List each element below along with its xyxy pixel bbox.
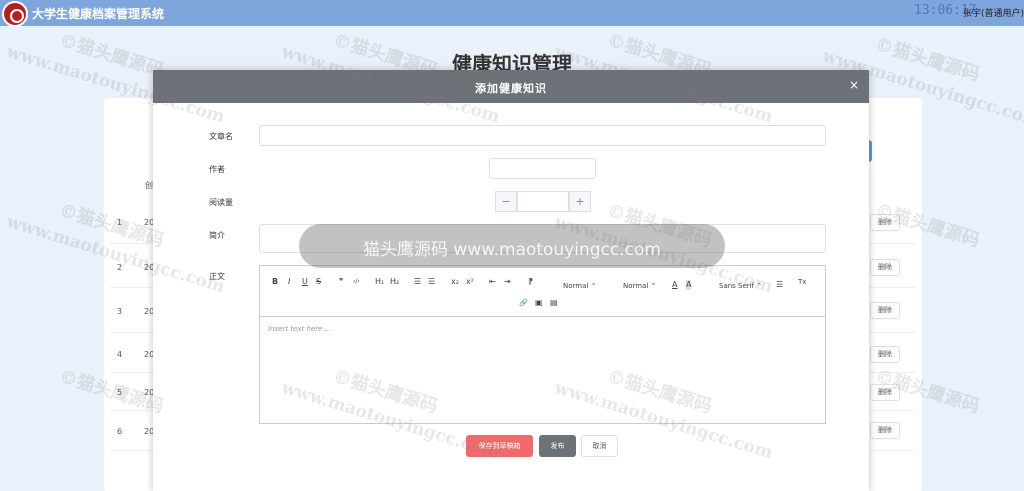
article-name-input[interactable]	[259, 125, 826, 146]
link-icon[interactable]: 🔗	[519, 298, 528, 308]
header-select-value: Normal	[623, 282, 649, 290]
ordered-list-icon[interactable]: ☰	[414, 277, 421, 287]
row-number: 2	[117, 263, 123, 272]
underline-button[interactable]: U	[302, 277, 308, 287]
delete-button[interactable]: 删除	[870, 346, 900, 363]
superscript-button[interactable]: x²	[466, 277, 474, 287]
body-label: 正文	[209, 272, 225, 281]
chevron-down-icon: ⌃	[650, 282, 657, 290]
read-count-label: 阅读量	[209, 198, 233, 207]
column-header-created: 创	[145, 181, 153, 190]
subscript-button[interactable]: x₂	[451, 277, 459, 287]
dialog-header: 添加健康知识 ×	[153, 70, 869, 103]
heading-1-button[interactable]: H₁	[375, 277, 384, 287]
align-icon[interactable]: ☰	[776, 280, 783, 290]
cancel-button[interactable]: 取消	[581, 435, 618, 457]
italic-button[interactable]: I	[288, 277, 290, 287]
close-icon[interactable]: ×	[849, 78, 859, 92]
intro-textarea[interactable]	[259, 224, 826, 253]
dialog-title: 添加健康知识	[475, 82, 547, 95]
text-direction-icon[interactable]: ⁋	[528, 277, 533, 287]
bullet-list-icon[interactable]: ☰	[428, 277, 435, 287]
bold-button[interactable]: B	[272, 277, 278, 287]
font-select-value: Sans Serif	[719, 282, 755, 290]
size-select[interactable]: Normal ⌃	[563, 282, 596, 290]
publish-button[interactable]: 发布	[539, 435, 576, 457]
image-icon[interactable]: ▣	[535, 298, 543, 308]
user-menu[interactable]: 张宇(普通用户) ⌄	[963, 6, 1024, 19]
read-count-input[interactable]	[517, 191, 569, 212]
article-name-label: 文章名	[209, 132, 233, 141]
background-color-icon[interactable]: A	[686, 280, 692, 290]
editor-placeholder[interactable]: Insert text here ...	[268, 325, 331, 333]
indent-icon[interactable]: ⇥	[504, 277, 511, 287]
chevron-down-icon: ⌃	[590, 282, 597, 290]
add-knowledge-dialog: 添加健康知识 × 文章名 作者 阅读量 − + 简介 正文 B I U S ❞ …	[153, 70, 869, 491]
chevron-down-icon: ⌃	[756, 282, 763, 290]
header-select[interactable]: Normal ⌃	[623, 282, 656, 290]
strike-button[interactable]: S	[316, 277, 321, 287]
font-select[interactable]: Sans Serif ⌃	[719, 282, 762, 290]
editor-toolbar: B I U S ❞ ‹/› H₁ H₂ ☰ ☰ x₂ x² ⇤ ⇥ ⁋ Norm…	[260, 266, 825, 317]
top-bar: 大学生健康档案管理系统 13:06:17 张宇(普通用户) ⌄	[0, 0, 1024, 27]
clean-format-icon[interactable]: Tx	[798, 277, 806, 287]
intro-label: 简介	[209, 231, 225, 240]
app-title: 大学生健康档案管理系统	[32, 7, 165, 21]
row-number: 5	[117, 388, 123, 397]
outdent-icon[interactable]: ⇤	[489, 277, 496, 287]
increment-button[interactable]: +	[569, 191, 591, 212]
author-input[interactable]	[489, 158, 596, 179]
decrement-button[interactable]: −	[495, 191, 517, 212]
author-label: 作者	[209, 165, 225, 174]
quote-icon[interactable]: ❞	[339, 277, 343, 287]
row-number: 3	[117, 307, 123, 316]
rich-text-editor: B I U S ❞ ‹/› H₁ H₂ ☰ ☰ x₂ x² ⇤ ⇥ ⁋ Norm…	[259, 265, 826, 424]
row-number: 6	[117, 427, 123, 436]
row-number: 4	[117, 350, 123, 359]
delete-button[interactable]: 删除	[870, 422, 900, 439]
delete-button[interactable]: 删除	[870, 302, 900, 319]
delete-button[interactable]: 删除	[870, 384, 900, 401]
text-color-icon[interactable]: A	[672, 280, 677, 290]
video-icon[interactable]: ▤	[550, 298, 558, 308]
size-select-value: Normal	[563, 282, 589, 290]
university-logo	[2, 1, 28, 27]
delete-button[interactable]: 删除	[870, 259, 900, 276]
row-number: 1	[117, 218, 123, 227]
heading-2-button[interactable]: H₂	[390, 277, 399, 287]
code-icon[interactable]: ‹/›	[353, 277, 360, 287]
delete-button[interactable]: 删除	[870, 214, 900, 231]
save-draft-button[interactable]: 保存到草稿箱	[466, 435, 533, 457]
